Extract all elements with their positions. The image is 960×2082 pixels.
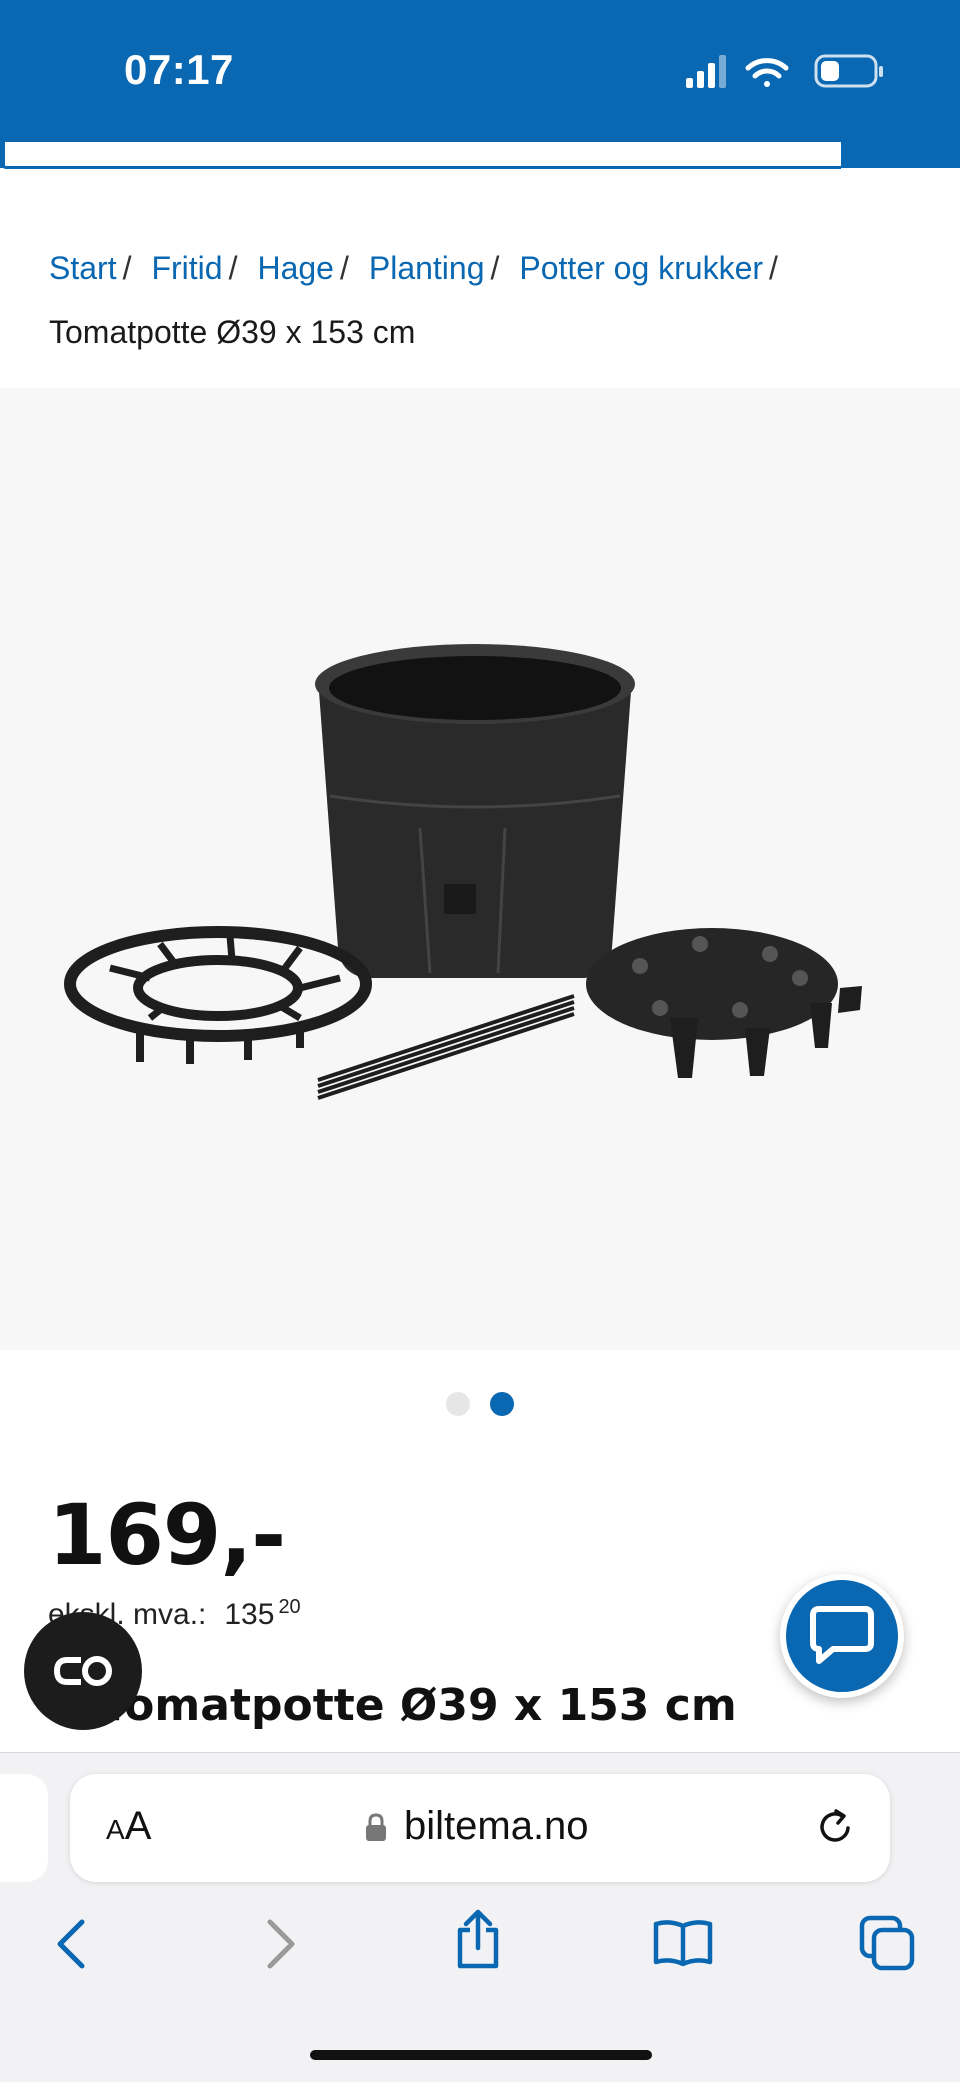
breadcrumb-hage[interactable]: Hage [257, 250, 334, 286]
breadcrumb: Start / Fritid / Hage / Planting / Potter og kru… [49, 236, 929, 364]
breadcrumb-separator: / [490, 250, 500, 286]
ring-support-illustration [64, 926, 372, 1064]
reservoir-plate-illustration [586, 928, 862, 1078]
vat-cents: 20 [278, 1596, 301, 1618]
battery-icon [814, 54, 883, 88]
lock-icon [364, 1812, 388, 1847]
url-text[interactable]: biltema.no [404, 1804, 589, 1849]
breadcrumb-fritid[interactable]: Fritid [151, 250, 222, 286]
breadcrumb-separator: / [769, 250, 778, 286]
product-title: Tomatpotte Ø39 x 153 cm [100, 1680, 737, 1731]
chat-icon [810, 1606, 874, 1664]
breadcrumb-potter-og-krukker[interactable]: Potter og krukker [519, 250, 763, 286]
pot-illustration [315, 644, 635, 978]
stakes-illustration [317, 994, 575, 1100]
product-image[interactable] [0, 388, 960, 1350]
carousel-dot-1[interactable] [446, 1392, 470, 1416]
back-icon[interactable] [52, 1916, 92, 1977]
reload-icon[interactable] [814, 1806, 856, 1853]
status-time: 07:17 [124, 46, 234, 93]
share-icon[interactable] [452, 1908, 504, 1977]
wifi-icon [745, 58, 789, 87]
breadcrumb-separator: / [122, 250, 132, 286]
breadcrumb-separator: / [228, 250, 238, 286]
breadcrumb-current: Tomatpotte Ø39 x 153 cm [49, 314, 416, 350]
breadcrumb-planting[interactable]: Planting [369, 250, 485, 286]
home-indicator [310, 2050, 652, 2060]
status-icons [686, 52, 886, 92]
breadcrumb-start[interactable]: Start [49, 250, 117, 286]
vat-value: 135 [224, 1598, 275, 1631]
bookmarks-icon[interactable] [652, 1918, 714, 1973]
tabs-icon[interactable] [858, 1914, 918, 1977]
chat-button[interactable] [780, 1574, 904, 1698]
previous-tab-preview[interactable] [0, 1774, 48, 1882]
page-settings-button[interactable]: AA [106, 1804, 151, 1849]
forward-icon[interactable] [260, 1916, 300, 1977]
page-load-progress-fill [2, 142, 841, 169]
reader-button[interactable] [24, 1612, 142, 1730]
signal-icon [686, 55, 726, 88]
reader-icon [53, 1656, 112, 1686]
product-price: 169,- [48, 1486, 286, 1584]
breadcrumb-separator: / [339, 250, 349, 286]
carousel-dot-2-active[interactable] [490, 1392, 514, 1416]
